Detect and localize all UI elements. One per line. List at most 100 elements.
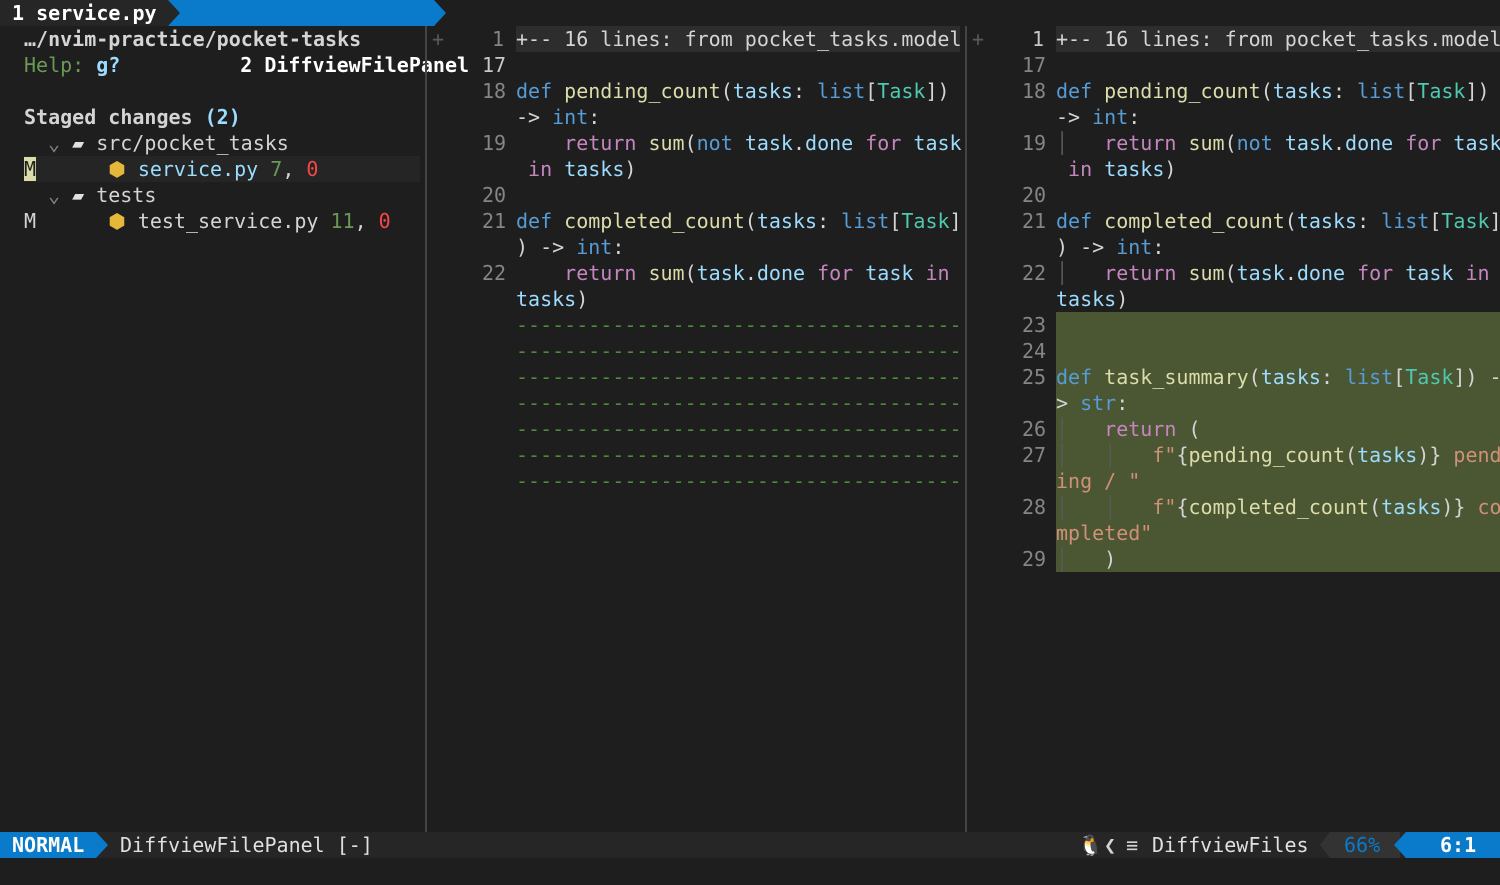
code-line: -> int: bbox=[516, 105, 601, 129]
file-name: service.py bbox=[137, 157, 259, 181]
chevron-down-icon[interactable]: ⌄ bbox=[48, 131, 60, 155]
code-line: def completed_count(tasks: list[Task] bbox=[1056, 209, 1500, 233]
line-number: 27 bbox=[1022, 443, 1047, 467]
file-status: M bbox=[24, 209, 37, 233]
staged-count: (2) bbox=[204, 105, 241, 129]
line-number: 26 bbox=[1022, 417, 1047, 441]
folder-tests[interactable]: ⌄ ▰ tests bbox=[48, 182, 156, 208]
mode-arrow-icon bbox=[96, 832, 108, 858]
position-arrow-icon bbox=[1394, 832, 1406, 858]
diff-filler: ------------------------------------- bbox=[516, 365, 962, 389]
repo-path: …/nvim-practice/pocket-tasks bbox=[24, 27, 362, 51]
folder-src-pocket-tasks[interactable]: ⌄ ▰ src/pocket_tasks bbox=[48, 130, 289, 156]
code-line: in tasks) bbox=[1068, 157, 1177, 181]
code-line: in tasks) bbox=[528, 157, 637, 181]
line-number-current: 17 bbox=[482, 53, 507, 77]
python-icon: ⬢ bbox=[108, 209, 126, 233]
code-line-added: > str: bbox=[1056, 391, 1129, 415]
code-line: tasks) bbox=[1056, 287, 1129, 311]
line-number: 17 bbox=[1022, 53, 1047, 77]
scroll-percent: 66% bbox=[1344, 833, 1381, 857]
tab-diffview-label: 2 DiffviewFilePanel bbox=[216, 53, 482, 77]
cursor-position: 6:1 bbox=[1440, 833, 1477, 857]
file-deletions: 0 bbox=[306, 157, 319, 181]
buffer-name: DiffviewFilePanel [-] bbox=[120, 833, 373, 857]
code-line-added: │ │ f"{pending_count(tasks)} pend bbox=[1056, 443, 1500, 467]
code-line: ) -> int: bbox=[1056, 235, 1165, 259]
line-number: 25 bbox=[1022, 365, 1047, 389]
linux-icon: 🐧 bbox=[1078, 833, 1103, 857]
mode-indicator: NORMAL bbox=[0, 832, 96, 858]
tab-separator-icon bbox=[168, 0, 180, 26]
code-line: return sum(not task.done for task bbox=[564, 131, 962, 155]
code-line: return sum(task.done for task in bbox=[564, 261, 950, 285]
list-icon: ≡ bbox=[1126, 833, 1139, 857]
python-icon: ⬢ bbox=[108, 157, 126, 181]
fold-sign: + bbox=[432, 27, 445, 51]
line-number: 21 bbox=[1022, 209, 1047, 233]
file-additions: 7 bbox=[270, 157, 283, 181]
line-number: 28 bbox=[1022, 495, 1047, 519]
code-line: │ return sum(task.done for task in bbox=[1056, 261, 1490, 285]
tabline: 1 service.py 2 DiffviewFilePanel bbox=[0, 0, 1500, 77]
file-additions: 11 bbox=[330, 209, 355, 233]
code-line: def pending_count(tasks: list[Task]) bbox=[1056, 79, 1490, 103]
help-hint: Help: g? bbox=[24, 52, 120, 78]
code-line-added: mpleted" bbox=[1056, 521, 1153, 545]
folder-name: src/pocket_tasks bbox=[96, 131, 289, 155]
line-number: 1 bbox=[1031, 27, 1044, 51]
line-number: 1 bbox=[491, 27, 504, 51]
code-line: ) -> int: bbox=[516, 235, 625, 259]
command-line[interactable] bbox=[0, 858, 1500, 885]
staged-changes-header[interactable]: Staged changes (2) bbox=[24, 104, 241, 130]
line-number: 23 bbox=[1022, 313, 1047, 337]
file-name: test_service.py bbox=[137, 209, 319, 233]
diff-filler: ------------------------------------- bbox=[516, 313, 962, 337]
folder-icon: ▰ bbox=[72, 131, 85, 155]
folder-name: tests bbox=[96, 183, 157, 207]
line-number: 20 bbox=[482, 183, 507, 207]
tab-service-py[interactable]: 1 service.py bbox=[0, 0, 168, 26]
code-line: tasks) bbox=[516, 287, 589, 311]
file-entry-service-py[interactable]: M ⬢ service.py 7, 0 bbox=[24, 156, 318, 182]
filetype: DiffviewFiles bbox=[1152, 833, 1309, 857]
code-line: │ return sum(not task.done for task bbox=[1056, 131, 1500, 155]
fold-sign: + bbox=[972, 27, 985, 51]
code-line-added: │ return ( bbox=[1056, 417, 1201, 441]
code-line-added: def task_summary(tasks: list[Task]) - bbox=[1056, 365, 1500, 389]
diff-filler: ------------------------------------- bbox=[516, 469, 962, 493]
code-line: def pending_count(tasks: list[Task]) bbox=[516, 79, 950, 103]
line-number: 24 bbox=[1022, 339, 1047, 363]
line-number: 18 bbox=[482, 79, 507, 103]
code-line-added: ing / " bbox=[1056, 469, 1141, 493]
diff-filler: ------------------------------------- bbox=[516, 443, 962, 467]
code-line-added: │ ) bbox=[1056, 547, 1117, 571]
code-line: def completed_count(tasks: list[Task] bbox=[516, 209, 962, 233]
line-number: 18 bbox=[1022, 79, 1047, 103]
help-key[interactable]: g? bbox=[96, 53, 120, 77]
file-entry-test-service-py[interactable]: M ⬢ test_service.py 11, 0 bbox=[24, 208, 391, 234]
code-line-added: │ │ f"{completed_count(tasks)} co bbox=[1056, 495, 1500, 519]
diff-filler: ------------------------------------- bbox=[516, 339, 962, 363]
staged-title: Staged changes bbox=[24, 105, 205, 129]
tab-end-arrow-icon bbox=[434, 0, 446, 26]
diff-filler: ------------------------------------- bbox=[516, 417, 962, 441]
chevron-down-icon[interactable]: ⌄ bbox=[48, 183, 60, 207]
file-deletions: 0 bbox=[378, 209, 391, 233]
line-number: 29 bbox=[1022, 547, 1047, 571]
folder-icon: ▰ bbox=[72, 183, 85, 207]
fold-line[interactable]: +-- 16 lines: from pocket_tasks.model bbox=[516, 26, 962, 52]
diff-filler: ------------------------------------- bbox=[516, 391, 962, 415]
chevron-left-icon: ❮ bbox=[1104, 833, 1117, 857]
line-number: 19 bbox=[482, 131, 507, 155]
line-number: 19 bbox=[1022, 131, 1047, 155]
window-separator[interactable] bbox=[965, 26, 967, 832]
fold-line[interactable]: +-- 16 lines: from pocket_tasks.model bbox=[1056, 26, 1500, 52]
line-number: 21 bbox=[482, 209, 507, 233]
statusline: NORMAL DiffviewFilePanel [-] 🐧 ❮ ≡ Diffv… bbox=[0, 832, 1500, 858]
code-line: -> int: bbox=[1056, 105, 1141, 129]
window-separator[interactable] bbox=[425, 26, 427, 832]
line-number: 22 bbox=[482, 261, 507, 285]
file-status: M bbox=[24, 157, 37, 181]
tab-diffview-file-panel[interactable]: 2 DiffviewFilePanel bbox=[168, 0, 469, 77]
